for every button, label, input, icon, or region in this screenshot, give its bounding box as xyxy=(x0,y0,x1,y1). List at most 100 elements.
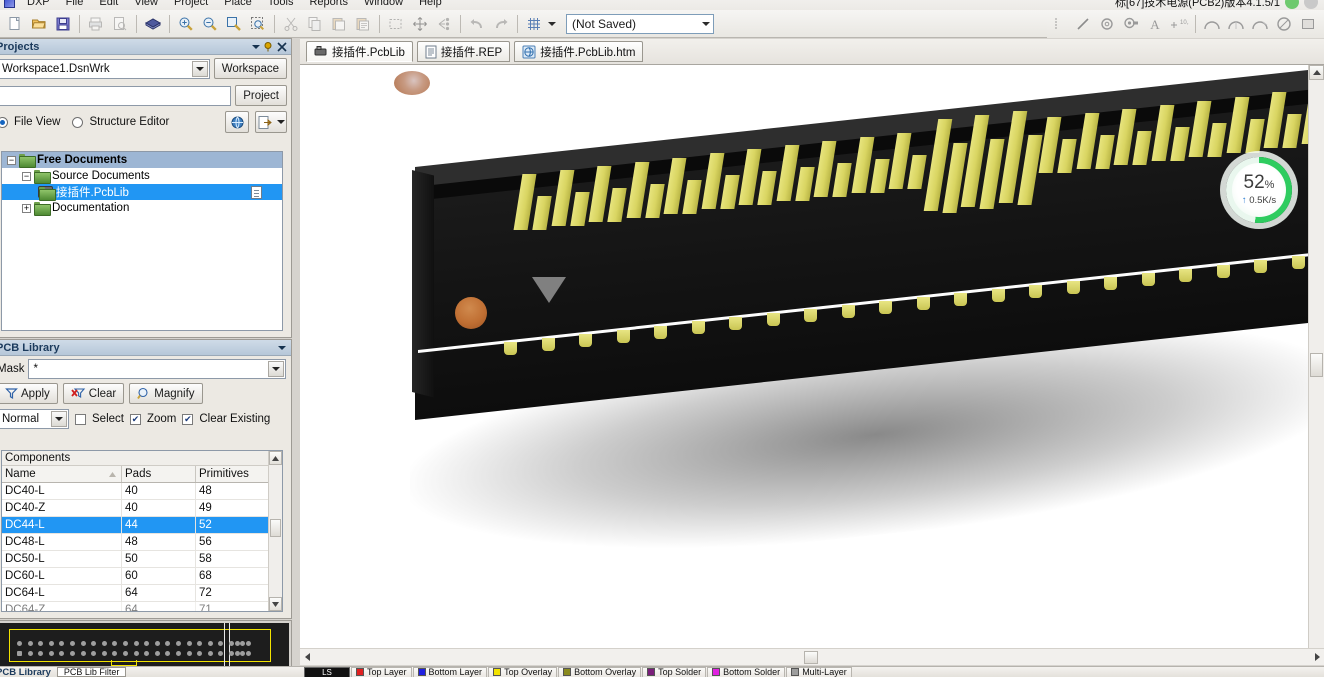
zoom-area-icon[interactable] xyxy=(223,13,245,35)
arc-edge-icon[interactable] xyxy=(1225,13,1247,35)
checkbox-zoom[interactable] xyxy=(129,413,141,425)
project-tree[interactable]: − Free Documents − Source Documents 接插件.… xyxy=(1,151,283,331)
tree-node-source-documents[interactable]: − Source Documents xyxy=(2,168,282,184)
menu-place[interactable]: Place xyxy=(216,0,260,9)
tab-pcblib[interactable]: 接插件.PcbLib xyxy=(306,41,413,62)
layer-tab-bottom-overlay[interactable]: Bottom Overlay xyxy=(558,667,642,677)
fill-icon[interactable] xyxy=(1297,13,1319,35)
table-row[interactable]: DC48-L 48 56 xyxy=(2,534,282,551)
tab-rep[interactable]: 接插件.REP xyxy=(416,41,511,62)
arc-icon[interactable] xyxy=(1096,13,1118,35)
table-row-selected[interactable]: DC44-L 44 52 xyxy=(2,517,282,534)
magnify-button[interactable]: Magnify xyxy=(129,383,203,404)
table-row[interactable]: DC50-L 50 58 xyxy=(2,551,282,568)
table-row[interactable]: DC40-Z 40 49 xyxy=(2,500,282,517)
layer-tab-top-overlay[interactable]: Top Overlay xyxy=(488,667,558,677)
menu-tools[interactable]: Tools xyxy=(260,0,302,9)
zoom-in-icon[interactable] xyxy=(175,13,197,35)
board-3d-icon[interactable] xyxy=(142,13,164,35)
menu-window[interactable]: Window xyxy=(356,0,411,9)
table-row[interactable]: DC64-L 64 72 xyxy=(2,585,282,602)
save-state-combo[interactable]: (Not Saved) xyxy=(566,13,714,34)
line-icon[interactable] xyxy=(1072,13,1094,35)
column-header-primitives[interactable]: Primitives xyxy=(196,466,270,482)
scroll-left-icon[interactable] xyxy=(300,650,314,665)
scrollbar-thumb[interactable] xyxy=(270,519,281,537)
chevron-down-icon[interactable] xyxy=(702,21,710,26)
layer-tab-top-solder[interactable]: Top Solder xyxy=(642,667,707,677)
tree-node-pcblib[interactable]: 接插件.PcbLib xyxy=(2,184,282,201)
new-document-icon[interactable] xyxy=(4,13,26,35)
scroll-up-icon[interactable] xyxy=(269,451,282,465)
coordinate-icon[interactable]: 10,10 xyxy=(1168,13,1190,35)
layer-tab-multi-layer[interactable]: Multi-Layer xyxy=(786,667,852,677)
layer-tab-bottom-layer[interactable]: Bottom Layer xyxy=(412,667,488,677)
globe-icon[interactable] xyxy=(225,111,249,133)
move-icon[interactable] xyxy=(409,13,431,35)
checkbox-select[interactable] xyxy=(75,413,86,425)
full-circle-icon[interactable] xyxy=(1273,13,1295,35)
components-list[interactable]: Components Name Pads Primitives DC40-L 4… xyxy=(1,450,283,612)
mask-input[interactable]: * xyxy=(28,359,286,379)
menu-view[interactable]: View xyxy=(126,0,166,9)
workspace-button[interactable]: Workspace xyxy=(213,58,287,79)
project-combo[interactable] xyxy=(0,85,232,106)
chevron-down-icon[interactable] xyxy=(268,361,284,377)
table-row[interactable]: DC40-L 40 48 xyxy=(2,483,282,500)
expander-icon[interactable]: − xyxy=(7,155,16,165)
radio-structure-editor[interactable] xyxy=(72,116,84,128)
project-button[interactable]: Project xyxy=(235,85,287,106)
column-header-pads[interactable]: Pads xyxy=(122,466,196,482)
pad-icon[interactable] xyxy=(1120,13,1142,35)
tab-html[interactable]: 接插件.PcbLib.htm xyxy=(514,41,644,62)
expander-icon[interactable]: − xyxy=(22,171,31,181)
tree-node-free-documents[interactable]: − Free Documents xyxy=(2,152,282,168)
pin-icon[interactable] xyxy=(262,40,275,53)
menu-edit[interactable]: Edit xyxy=(91,0,126,9)
arc-center-icon[interactable] xyxy=(1201,13,1223,35)
master-layer-button[interactable]: LS xyxy=(304,667,350,677)
menu-file[interactable]: File xyxy=(58,0,92,9)
open-document-icon[interactable] xyxy=(255,111,287,133)
scroll-right-icon[interactable] xyxy=(1310,650,1324,665)
scroll-down-icon[interactable] xyxy=(269,597,282,611)
canvas-vertical-scrollbar[interactable] xyxy=(1308,65,1324,648)
status-filter-pill[interactable]: PCB Lib Filter xyxy=(56,667,127,677)
clear-button[interactable]: Clear xyxy=(62,383,125,404)
table-row[interactable]: DC60-L 60 68 xyxy=(2,568,282,585)
dots-icon[interactable] xyxy=(1048,13,1070,35)
radio-file-view[interactable] xyxy=(0,116,8,128)
scroll-up-icon[interactable] xyxy=(1309,65,1324,80)
select-mode-combo[interactable]: Normal xyxy=(0,409,69,429)
chevron-down-icon[interactable] xyxy=(191,60,208,77)
layer-tab-bottom-solder[interactable]: Bottom Solder xyxy=(707,667,786,677)
chevron-down-icon[interactable] xyxy=(275,341,288,354)
menu-dxp[interactable]: DXP xyxy=(19,0,58,9)
open-folder-icon[interactable] xyxy=(28,13,50,35)
zoom-selection-icon[interactable] xyxy=(247,13,269,35)
scrollbar-thumb[interactable] xyxy=(804,650,818,664)
apply-button[interactable]: Apply xyxy=(0,383,58,404)
chevron-down-icon[interactable] xyxy=(51,411,67,427)
save-icon[interactable] xyxy=(52,13,74,35)
close-icon[interactable] xyxy=(275,40,288,53)
menu-project[interactable]: Project xyxy=(166,0,216,9)
column-header-name[interactable]: Name xyxy=(2,466,122,482)
checkbox-clear-existing[interactable] xyxy=(182,413,194,425)
workspace-combo[interactable]: Workspace1.DsnWrk xyxy=(0,58,210,79)
grid-icon[interactable] xyxy=(523,13,545,35)
table-row[interactable]: DC64-Z 64 71 xyxy=(2,602,282,611)
expander-icon[interactable]: + xyxy=(22,203,31,213)
zoom-out-icon[interactable] xyxy=(199,13,221,35)
canvas-horizontal-scrollbar[interactable] xyxy=(300,648,1324,665)
arc-any-icon[interactable] xyxy=(1249,13,1271,35)
menu-help[interactable]: Help xyxy=(411,0,450,9)
scrollbar-track[interactable] xyxy=(314,650,1310,665)
scrollbar-thumb[interactable] xyxy=(1310,353,1323,377)
footprint-preview[interactable] xyxy=(0,623,289,667)
text-icon[interactable]: A xyxy=(1144,13,1166,35)
chevron-down-icon[interactable] xyxy=(249,40,262,53)
pcb-3d-canvas[interactable]: 52% ↑ 0.5K/s xyxy=(300,65,1308,648)
menu-reports[interactable]: Reports xyxy=(301,0,356,9)
grid-dropdown-icon[interactable] xyxy=(548,21,556,26)
